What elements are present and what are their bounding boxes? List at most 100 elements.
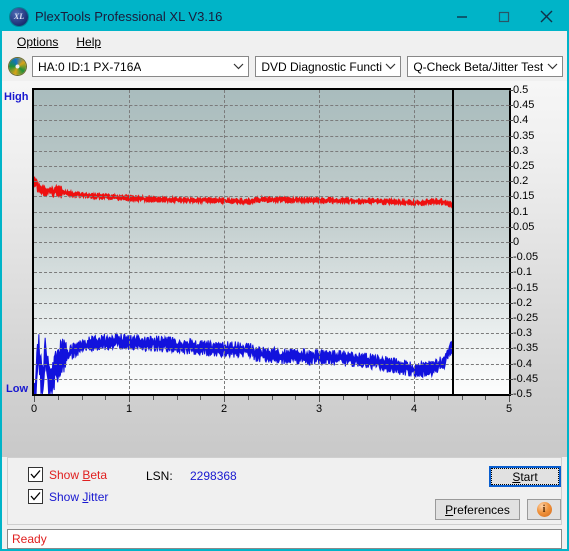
y-axis-tick-mark <box>509 394 513 395</box>
show-jitter-checkbox[interactable] <box>28 489 43 504</box>
y-axis-tick-mark <box>509 166 513 167</box>
grid-line-horizontal <box>34 196 509 198</box>
y-axis-tick-label: -0.4 <box>513 357 532 370</box>
grid-line-horizontal <box>34 378 509 380</box>
grid-line-horizontal <box>34 302 509 304</box>
y-axis-tick-label: -0.3 <box>513 327 532 340</box>
y-axis-tick-label: 0.3 <box>513 144 529 157</box>
y-axis-tick-label: 0.25 <box>513 160 535 172</box>
y-axis-tick-mark <box>509 90 513 91</box>
chart-area: High Low 0.5 0.45 0.4 0.35 0.3 0.25 0.2 0.15 0.1… <box>2 81 567 457</box>
x-axis-tick-label: 4 <box>410 403 418 415</box>
grid-line-horizontal <box>34 287 509 289</box>
y-axis-tick-label: 0.35 <box>513 129 535 142</box>
maximize-icon[interactable] <box>483 2 525 31</box>
x-axis-tick-mark <box>247 396 249 400</box>
y-axis-tick-mark <box>509 318 513 319</box>
y-axis-tick-mark <box>509 378 513 380</box>
test-select[interactable]: Q-Check Beta/Jitter Test <box>407 56 563 77</box>
x-axis-tick-label: 0 <box>30 403 38 415</box>
grid-line-horizontal <box>34 318 509 319</box>
show-beta-checkbox[interactable] <box>28 467 43 482</box>
x-axis-tick-mark <box>366 396 368 400</box>
info-button[interactable]: i <box>527 499 561 520</box>
y-axis-tick-mark <box>509 120 513 122</box>
x-axis-tick-mark <box>485 396 487 400</box>
y-axis-tick-mark <box>509 287 513 289</box>
x-axis-tick-label: 3 <box>315 403 323 415</box>
x-axis-tick-mark <box>319 396 320 402</box>
y-axis-tick-label: 0.4 <box>513 114 529 127</box>
chevron-down-icon <box>230 63 246 70</box>
app-logo-text: XL <box>13 12 25 21</box>
status-text: Ready <box>12 532 47 546</box>
x-axis-tick-label: 2 <box>220 403 228 415</box>
x-axis-tick-mark <box>129 396 130 402</box>
show-jitter-label: Show Jitter <box>49 489 109 504</box>
x-axis-tick-mark <box>200 396 202 400</box>
x-axis-tick-mark <box>105 396 107 400</box>
grid-line-horizontal <box>34 105 509 107</box>
title-bar: XL PlexTools Professional XL V3.16 <box>2 2 567 31</box>
x-axis-tick-mark <box>342 396 344 400</box>
x-axis-tick-mark <box>34 396 35 402</box>
y-axis-tick-mark <box>509 150 513 152</box>
start-button[interactable]: Start <box>489 466 561 487</box>
drive-select[interactable]: HA:0 ID:1 PX-716A <box>32 56 250 77</box>
menu-item-options[interactable]: Options <box>8 33 67 51</box>
y-axis-tick-mark <box>509 302 513 304</box>
y-axis-tick-label: 0.2 <box>513 175 529 188</box>
close-icon[interactable] <box>525 2 567 31</box>
minimize-icon[interactable] <box>441 2 483 31</box>
x-axis-tick-mark <box>271 396 273 400</box>
info-icon: i <box>536 502 552 517</box>
menu-bar: Options Help <box>2 31 567 52</box>
y-axis-tick-label: -0.35 <box>513 342 539 355</box>
data-end-marker <box>452 90 454 394</box>
lsn-label: LSN: <box>146 469 173 483</box>
grid-line-vertical <box>224 90 225 394</box>
show-beta-row[interactable]: Show Beta <box>28 467 107 482</box>
menu-options-label: Options <box>17 34 59 49</box>
grid-line-horizontal <box>34 348 509 350</box>
lsn-value: 2298368 <box>190 469 237 483</box>
preferences-button[interactable]: Preferences <box>435 499 520 520</box>
preferences-button-label: Preferences <box>445 502 510 517</box>
y-axis-tick-mark <box>509 272 513 274</box>
x-axis-tick-mark <box>57 396 59 400</box>
x-axis-tick-mark <box>509 396 510 402</box>
y-axis-tick-label: -0.1 <box>513 266 532 279</box>
x-axis-tick-label: 5 <box>505 403 513 415</box>
y-axis-tick-mark <box>509 242 513 243</box>
x-axis-tick-mark <box>461 396 463 400</box>
x-axis-tick-mark <box>81 396 83 400</box>
grid-line-horizontal <box>34 333 509 335</box>
grid-line-horizontal <box>34 211 509 213</box>
x-axis-tick-mark <box>390 396 392 400</box>
grid-line-horizontal <box>34 166 509 167</box>
optical-disc-icon <box>9 58 26 75</box>
y-axis-tick-label: -0.5 <box>513 388 532 400</box>
app-window: XL PlexTools Professional XL V3.16 Optio… <box>0 0 569 551</box>
y-axis-tick-mark <box>509 348 513 350</box>
y-axis-tick-label: 0.5 <box>513 84 529 96</box>
grid-line-horizontal <box>34 242 509 243</box>
show-jitter-row[interactable]: Show Jitter <box>28 489 108 504</box>
grid-line-vertical <box>319 90 320 394</box>
grid-line-horizontal <box>34 120 509 122</box>
y-axis-tick-label: 0.1 <box>513 205 529 218</box>
y-axis-tick-mark <box>509 135 513 137</box>
grid-line-vertical <box>129 90 130 394</box>
grid-line-horizontal <box>34 272 509 274</box>
function-select[interactable]: DVD Diagnostic Functions <box>255 56 402 77</box>
function-select-value: DVD Diagnostic Functions <box>261 59 383 74</box>
menu-item-help[interactable]: Help <box>67 33 110 51</box>
x-axis-tick-mark <box>437 396 439 400</box>
x-axis-tick-mark <box>152 396 154 400</box>
x-axis-tick-mark <box>176 396 178 400</box>
grid-line-vertical <box>414 90 415 394</box>
window-controls <box>441 2 567 31</box>
y-axis-tick-label: -0.05 <box>513 251 539 264</box>
grid-line-horizontal <box>34 363 509 365</box>
toolbar: HA:0 ID:1 PX-716A DVD Diagnostic Functio… <box>2 52 567 81</box>
